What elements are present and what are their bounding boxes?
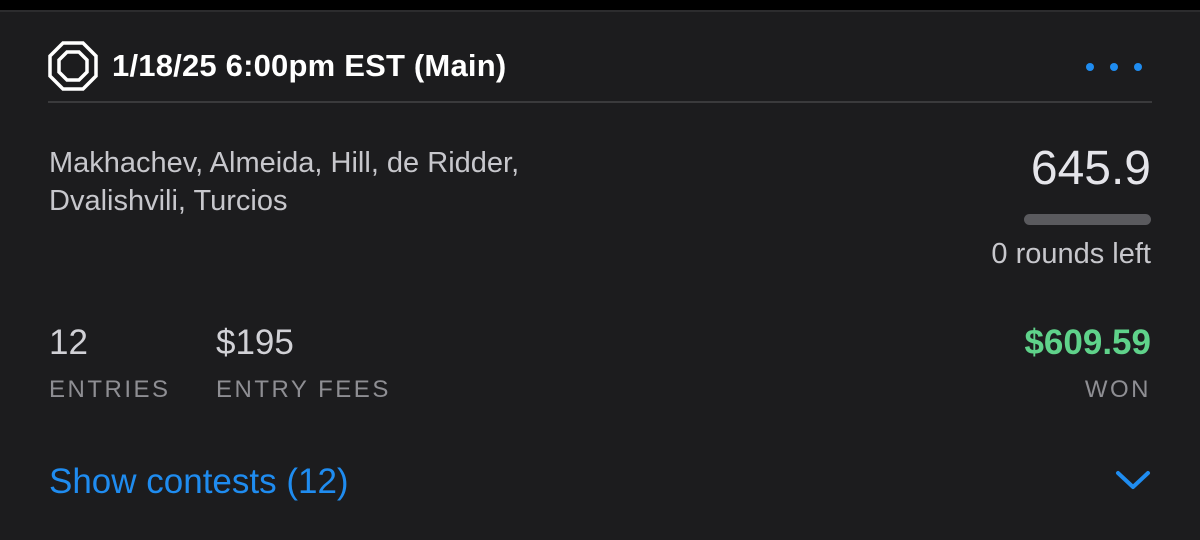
entry-fees-label: ENTRY FEES <box>216 376 391 403</box>
entries-label: ENTRIES <box>49 376 171 403</box>
more-dot <box>1086 63 1094 71</box>
fighters-line-2: Dvalishvili, Turcios <box>49 185 288 217</box>
rounds-progress-fill <box>1024 214 1151 225</box>
rounds-progress-bar <box>1024 214 1151 225</box>
entries-stat: 12 ENTRIES <box>49 322 171 404</box>
won-label: WON <box>1084 376 1151 403</box>
entry-fees-value: $195 <box>216 323 294 362</box>
contest-date-title: 1/18/25 6:00pm EST (Main) <box>112 48 507 83</box>
fighters-line-1: Makhachev, Almeida, Hill, de Ridder, <box>49 147 520 179</box>
entry-fees-stat: $195 ENTRY FEES <box>216 322 391 404</box>
header-divider <box>48 101 1152 103</box>
lineup-score: 645.9 <box>1030 142 1151 195</box>
show-contests-link[interactable]: Show contests (12) <box>49 460 349 504</box>
rounds-left-text: 0 rounds left <box>991 238 1151 270</box>
lineup-fighters: Makhachev, Almeida, Hill, de Ridder, Dva… <box>49 144 689 220</box>
card-header: 1/18/25 6:00pm EST (Main) <box>48 32 1152 100</box>
chevron-down-icon[interactable] <box>1114 467 1152 493</box>
contest-card: 1/18/25 6:00pm EST (Main) Makhachev, Alm… <box>0 10 1200 540</box>
won-stat: $609.59 WON <box>1024 322 1151 404</box>
entries-value: 12 <box>49 323 88 362</box>
won-value: $609.59 <box>1024 323 1151 362</box>
more-dot <box>1110 63 1118 71</box>
more-dot <box>1134 63 1142 71</box>
more-dots-icon[interactable] <box>1086 60 1142 74</box>
octagon-icon <box>48 41 98 91</box>
